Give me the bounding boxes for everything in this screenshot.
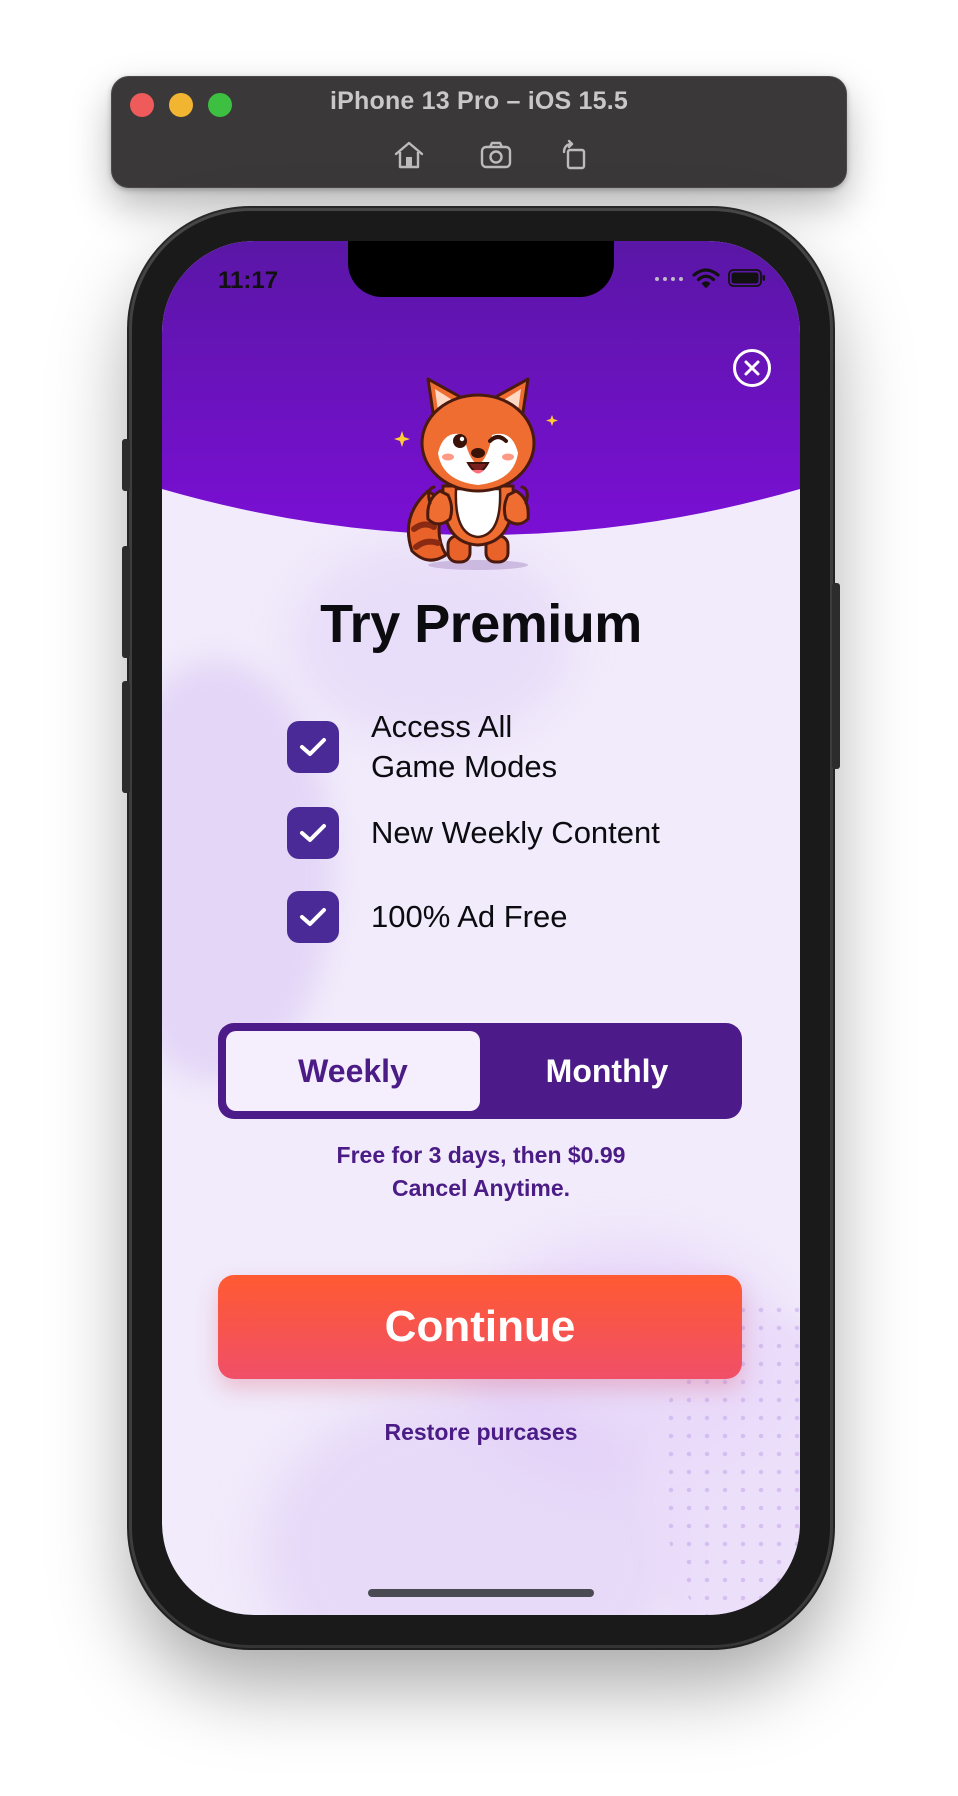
red-panda-mascot-icon xyxy=(394,377,558,570)
plan-monthly-tab[interactable]: Monthly xyxy=(480,1031,734,1111)
wifi-icon xyxy=(692,268,720,288)
trial-terms-line: Free for 3 days, then $0.99 xyxy=(336,1142,626,1168)
battery-icon xyxy=(728,269,765,287)
feature-item: Access All Game Modes xyxy=(287,707,557,787)
iphone-frame: 11:17 Try Premium Access All Game Modes … xyxy=(122,211,840,1645)
plan-selector: Weekly Monthly xyxy=(218,1023,742,1119)
screenshot-icon xyxy=(480,141,512,169)
restore-purchases-link[interactable]: Restore purcases xyxy=(162,1419,800,1446)
close-icon xyxy=(744,360,760,376)
feature-label-line: Access All xyxy=(371,709,513,744)
phone-screen: 11:17 Try Premium Access All Game Modes … xyxy=(162,241,800,1615)
plan-weekly-tab[interactable]: Weekly xyxy=(226,1031,480,1111)
feature-item: New Weekly Content xyxy=(287,807,660,859)
cancel-anytime-note: Cancel Anytime. xyxy=(391,1175,571,1201)
check-icon xyxy=(287,807,339,859)
signal-icon xyxy=(655,277,683,281)
silent-switch xyxy=(122,439,130,491)
continue-button[interactable]: Continue xyxy=(218,1275,742,1379)
check-icon xyxy=(287,891,339,943)
home-icon xyxy=(394,141,424,169)
feature-item: 100% Ad Free xyxy=(287,891,567,943)
feature-label-line: Game Modes xyxy=(371,749,558,784)
volume-down-button xyxy=(122,681,130,793)
simulator-title: iPhone 13 Pro – iOS 15.5 xyxy=(330,87,628,115)
home-button[interactable] xyxy=(389,135,429,175)
notch xyxy=(348,241,614,297)
trial-terms: Free for 3 days, then $0.99 Cancel Anyti… xyxy=(162,1139,800,1205)
rotate-icon xyxy=(562,139,586,170)
home-indicator[interactable] xyxy=(368,1589,594,1597)
feature-label: Access All Game Modes xyxy=(371,707,557,787)
status-icons xyxy=(654,267,766,289)
simulator-toolbar: iPhone 13 Pro – iOS 15.5 xyxy=(111,76,847,188)
power-button xyxy=(832,583,840,769)
status-time: 11:17 xyxy=(218,267,279,294)
check-icon xyxy=(287,721,339,773)
paywall-title: Try Premium xyxy=(320,594,642,654)
rotate-button[interactable] xyxy=(555,135,595,175)
volume-up-button xyxy=(122,546,130,658)
screenshot-button[interactable] xyxy=(476,135,516,175)
close-button[interactable] xyxy=(733,349,771,387)
feature-label: 100% Ad Free xyxy=(371,899,568,934)
feature-label: New Weekly Content xyxy=(371,815,660,850)
